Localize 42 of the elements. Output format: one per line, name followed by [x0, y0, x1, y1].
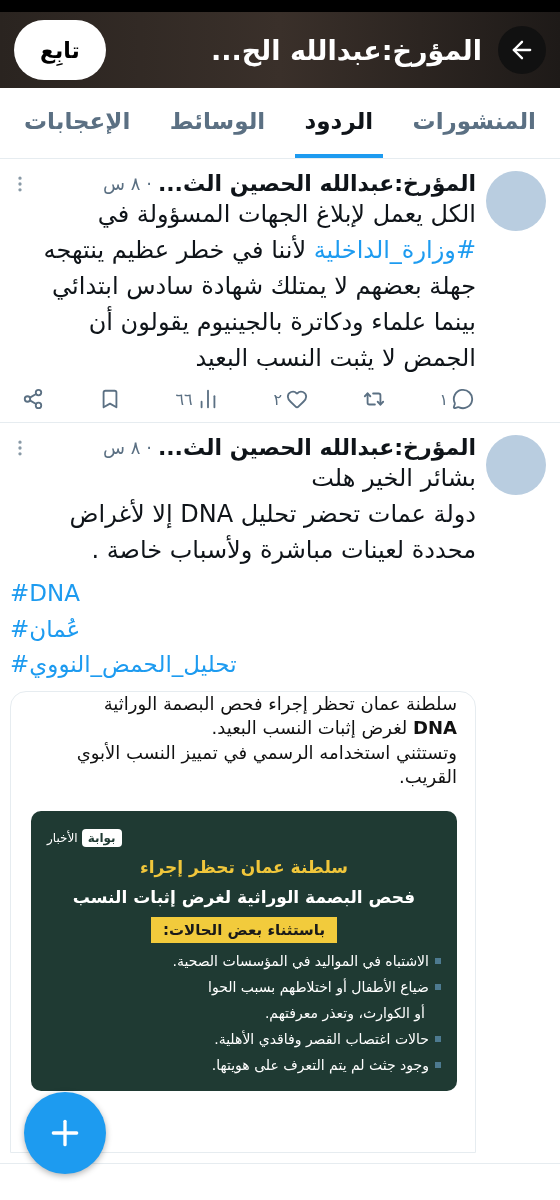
poster-item: أو الكوارث، وتعذر معرفتهم. [264, 1005, 425, 1022]
views-button[interactable]: ٦٦ [173, 386, 221, 412]
poster-title: سلطنة عمان تحظر إجراء [139, 857, 349, 878]
poster-subtitle: فحص البصمة الوراثية لغرض إثبات النسب [72, 887, 416, 908]
post-time: · ٨ س [102, 173, 152, 194]
bullet-icon [435, 1036, 441, 1043]
post-text: الكل يعمل لإبلاغ الجهات المسؤولة في #وزارة_الداخلية لأننا في خطر عظيم ينتهجه جهلة بعضهم لا يمتلك شهادة سادس ابتدائي بينما علماء ودكاترة بالجينيوم يقولون أن الجمض لا يثبت النسب البعيد [42, 199, 476, 374]
share-icon [22, 388, 45, 410]
tab[interactable]: المنشورات [402, 88, 546, 158]
media-text: سلطنة عمان تحظر إجراء فحص البصمة الوراثية [102, 691, 457, 717]
tab[interactable]: الوسائط [159, 88, 276, 158]
reply-button[interactable]: ١ [437, 386, 476, 412]
like-button[interactable]: ٢ [271, 386, 310, 412]
follow-button[interactable]: تابِع [14, 20, 106, 80]
tab[interactable]: الردود [294, 88, 384, 158]
hashtag-link[interactable]: #DNA [10, 576, 476, 612]
post-time: · ٨ س [102, 437, 152, 458]
media-text: وتستثني استخدامه الرسمي في تمييز النسب الأبوي القريب. [75, 740, 457, 790]
bullet-icon [435, 958, 441, 965]
media-card[interactable] [10, 690, 476, 1153]
logo-text: الأخبار [47, 831, 78, 846]
poster-item: وجود جثث لم يتم التعرف على هويتها. [211, 1057, 429, 1074]
bullet-icon [435, 984, 441, 991]
profile-title: المؤرخ:عبدالله الح... [209, 34, 482, 66]
author-name[interactable]: المؤرخ:عبدالله الحصين الث... [157, 435, 476, 460]
poster-item: ضياع الأطفال أو اختلاطهم بسبب الحوا [208, 979, 429, 996]
hashtag-link[interactable]: #وزارة_الداخلية [313, 236, 476, 264]
author-name[interactable]: المؤرخ:عبدالله الحصين الث... [157, 171, 476, 196]
bullet-icon [435, 1062, 441, 1069]
hashtag-link[interactable]: #عُمان [10, 611, 476, 648]
hashtag-link[interactable]: #تحليل_الحمض_النووي [10, 647, 476, 683]
poster-item: حالات اغتصاب القصر وفاقدي الأهلية. [214, 1031, 429, 1048]
logo-label: بوابة [81, 829, 122, 848]
back-button[interactable] [498, 26, 546, 74]
poster-item: الاشتباه في المواليد في المؤسسات الصحية. [172, 953, 429, 970]
poster-banner: باستثناء بعض الحالات: [150, 917, 338, 944]
compose-button[interactable] [24, 1092, 106, 1174]
reply-icon [452, 388, 474, 410]
heart-icon [285, 388, 308, 410]
post-text: دولة عمات تحضر تحليل DNA إلا لأغراض محددة لعينات مباشرة ولأسباب خاصة . [68, 498, 476, 566]
tab[interactable]: الإعجابات [14, 88, 141, 158]
post-text: بشائر الخير هلت [310, 463, 476, 494]
